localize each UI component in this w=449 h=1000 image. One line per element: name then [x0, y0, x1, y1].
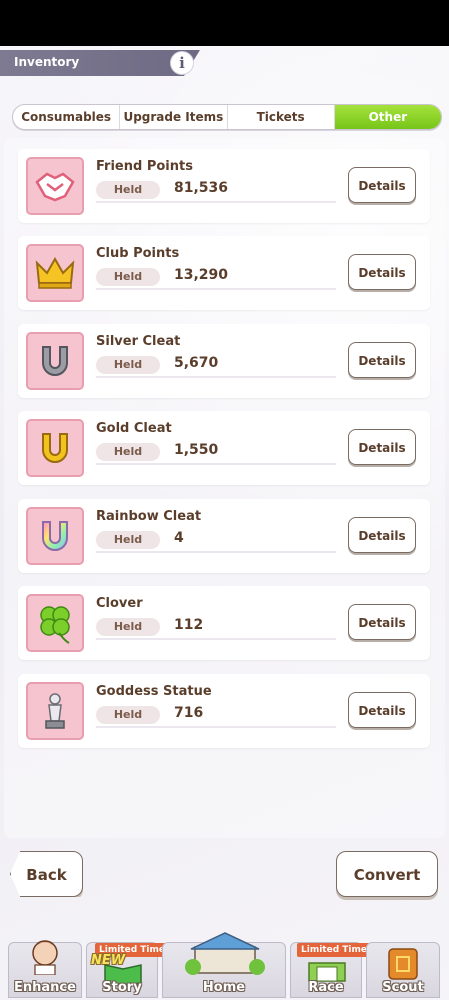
list-item-gold-cleat: Gold Cleat Held 1,550 Details: [18, 411, 430, 485]
list-item-goddess-statue: Goddess Statue Held 716 Details: [18, 674, 430, 748]
held-row: Held 112: [96, 617, 336, 640]
tab-other[interactable]: Other: [334, 105, 441, 129]
clover-icon: [26, 594, 84, 652]
nav-home[interactable]: Home: [162, 932, 286, 998]
item-name: Club Points: [96, 246, 180, 261]
list-item-rainbow-cleat: Rainbow Cleat Held 4 Details: [18, 499, 430, 573]
held-row: Held 5,670: [96, 355, 336, 378]
crown-icon: [26, 244, 84, 302]
held-value: 81,536: [174, 180, 229, 196]
nav-enhance[interactable]: Enhance: [8, 940, 82, 998]
item-name: Silver Cleat: [96, 334, 181, 349]
item-name: Clover: [96, 596, 143, 611]
held-row: Held 4: [96, 530, 336, 553]
held-value: 5,670: [174, 355, 219, 371]
nav-label: Home: [202, 980, 246, 995]
nav-label: Race: [308, 980, 344, 995]
held-badge: Held: [96, 356, 160, 374]
item-name: Friend Points: [96, 159, 193, 174]
details-button[interactable]: Details: [348, 254, 416, 290]
held-value: 13,290: [174, 267, 229, 283]
back-button[interactable]: Back: [10, 851, 83, 897]
rainbow-horseshoe-icon: [26, 507, 84, 565]
statue-icon: [26, 682, 84, 740]
status-bar: [0, 0, 449, 46]
held-badge: Held: [96, 531, 160, 549]
list-item-clover: Clover Held 112 Details: [18, 586, 430, 660]
details-button[interactable]: Details: [348, 692, 416, 728]
held-value: 716: [174, 705, 204, 721]
details-button[interactable]: Details: [348, 342, 416, 378]
held-badge: Held: [96, 443, 160, 461]
category-tabs: Consumables Upgrade Items Tickets Other: [12, 104, 442, 130]
list-item-friend-points: Friend Points Held 81,536 Details: [18, 149, 430, 223]
home-building-icon: [185, 932, 265, 975]
details-button[interactable]: Details: [348, 167, 416, 203]
handshake-icon: [26, 157, 84, 215]
item-name: Goddess Statue: [96, 684, 212, 699]
nav-label: Story: [102, 980, 142, 995]
held-badge: Held: [96, 618, 160, 636]
page-title: Inventory: [14, 55, 80, 69]
list-item-club-points: Club Points Held 13,290 Details: [18, 236, 430, 310]
held-value: 112: [174, 617, 204, 633]
limited-time-badge: Limited Time: [297, 943, 371, 957]
held-value: 1,550: [174, 442, 219, 458]
held-row: Held 1,550: [96, 442, 336, 465]
held-badge: Held: [96, 706, 160, 724]
held-value: 4: [174, 530, 184, 546]
nav-scout[interactable]: Scout: [366, 942, 440, 998]
enhance-character-icon: [32, 940, 58, 975]
bottom-nav: Enhance Limited Time NEW Story Home Limi…: [0, 928, 449, 1000]
details-button[interactable]: Details: [348, 429, 416, 465]
item-name: Gold Cleat: [96, 421, 172, 436]
scout-emblem-icon: [388, 948, 418, 980]
held-row: Held 716: [96, 705, 336, 728]
tab-consumables[interactable]: Consumables: [13, 105, 121, 129]
tab-tickets[interactable]: Tickets: [228, 105, 335, 129]
held-row: Held 81,536: [96, 180, 336, 203]
tab-upgrade-items[interactable]: Upgrade Items: [120, 105, 228, 129]
item-name: Rainbow Cleat: [96, 509, 202, 524]
nav-race[interactable]: Limited Time Race: [290, 942, 371, 998]
nav-label: Enhance: [14, 980, 76, 995]
held-row: Held 13,290: [96, 267, 336, 290]
info-icon[interactable]: i: [171, 52, 193, 74]
held-badge: Held: [96, 181, 160, 199]
nav-label: Scout: [382, 980, 424, 995]
details-button[interactable]: Details: [348, 604, 416, 640]
details-button[interactable]: Details: [348, 517, 416, 553]
held-badge: Held: [96, 268, 160, 286]
silver-horseshoe-icon: [26, 332, 84, 390]
nav-story[interactable]: Limited Time NEW Story: [86, 942, 169, 998]
convert-button[interactable]: Convert: [336, 851, 438, 897]
gold-horseshoe-icon: [26, 419, 84, 477]
list-item-silver-cleat: Silver Cleat Held 5,670 Details: [18, 324, 430, 398]
